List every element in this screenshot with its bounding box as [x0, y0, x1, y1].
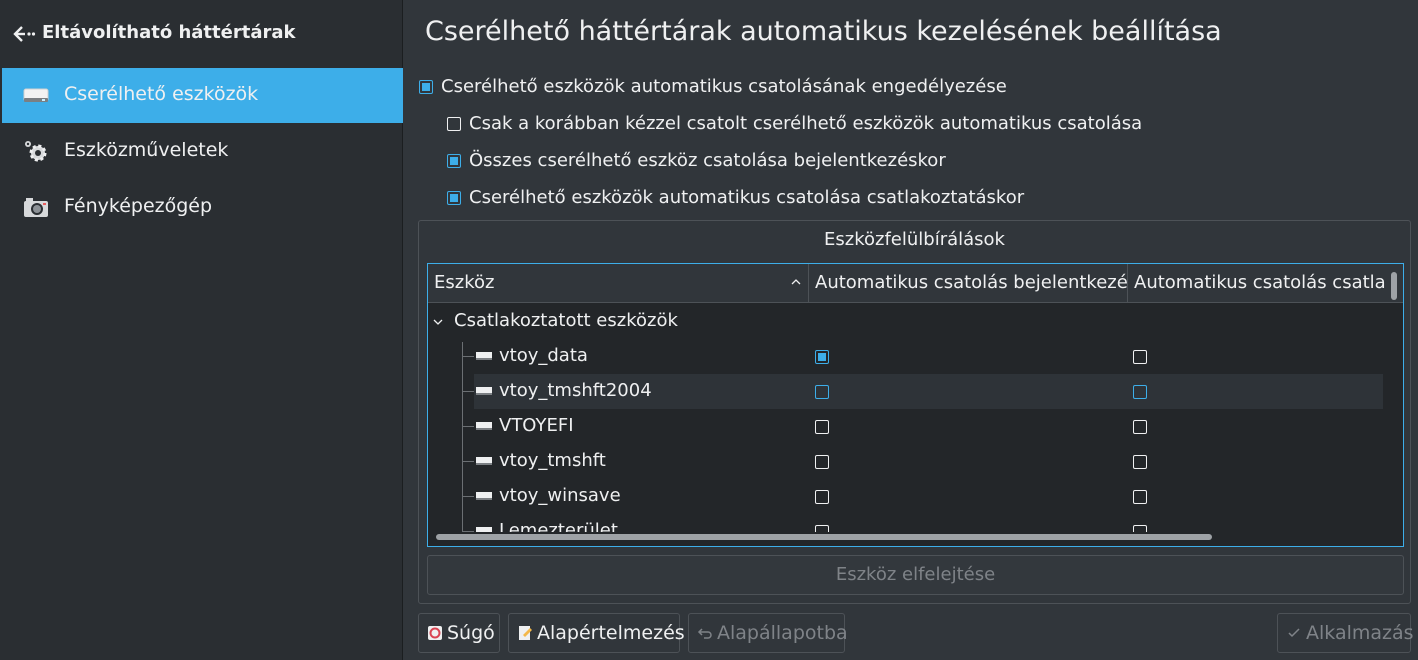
- login-checkbox[interactable]: [815, 490, 829, 504]
- checkbox[interactable]: [419, 79, 433, 94]
- back-arrow-icon[interactable]: [12, 24, 36, 44]
- button-label: Alapértelmezés: [537, 622, 685, 644]
- horizontal-scrollbar[interactable]: [436, 534, 1212, 540]
- sidebar: Eltávolítható háttértárak Cserélhető esz…: [0, 0, 403, 660]
- tree-branch-line: [462, 496, 474, 497]
- column-header-login[interactable]: Automatikus csatolás bejelentkezé: [809, 264, 1128, 302]
- undo-icon: [697, 628, 712, 639]
- button-label: Súgó: [447, 622, 495, 644]
- checkbox[interactable]: [447, 153, 461, 168]
- device-name: VTOYEFI: [499, 415, 574, 436]
- tree-group-label: Csatlakoztatott eszközök: [454, 310, 678, 331]
- attach-checkbox[interactable]: [1133, 385, 1147, 399]
- table-row[interactable]: vtoy_winsave: [428, 479, 1403, 514]
- sidebar-item-label: Cserélhető eszközök: [64, 83, 259, 105]
- apply-button[interactable]: Alkalmazás: [1277, 613, 1414, 653]
- help-button[interactable]: Súgó: [418, 613, 500, 653]
- group-title: Eszközfelülbírálások: [824, 229, 1005, 250]
- attach-checkbox[interactable]: [1133, 350, 1147, 364]
- column-label: Automatikus csatolás bejelentkezé: [815, 272, 1128, 293]
- table-row[interactable]: vtoy_data: [428, 339, 1403, 374]
- gear-icon: [25, 141, 47, 162]
- page-title: Cserélhető háttértárak automatikus kezel…: [425, 16, 1222, 47]
- forget-device-button[interactable]: Eszköz elfelejtése: [427, 555, 1404, 595]
- sort-ascending-icon: [791, 279, 801, 285]
- drive-icon: [476, 352, 492, 360]
- defaults-button[interactable]: Alapértelmezés: [508, 613, 685, 653]
- camera-icon: [24, 198, 48, 217]
- button-label: Alkalmazás: [1306, 622, 1414, 644]
- tree-branch-line: [462, 426, 474, 427]
- table-row[interactable]: vtoy_tmshft2004: [428, 374, 1403, 409]
- column-header-device[interactable]: Eszköz: [428, 264, 809, 302]
- drive-icon: [476, 387, 492, 395]
- button-label: Alapállapotba: [717, 622, 848, 644]
- sidebar-item-label: Fényképezőgép: [64, 195, 213, 217]
- login-checkbox[interactable]: [815, 350, 829, 364]
- sidebar-item-device-actions[interactable]: Eszközműveletek: [2, 124, 403, 179]
- attach-checkbox[interactable]: [1133, 420, 1147, 434]
- tree-branch-line: [462, 356, 474, 357]
- table-row[interactable]: VTOYEFI: [428, 409, 1403, 444]
- reset-button[interactable]: Alapállapotba: [688, 613, 848, 653]
- attach-checkbox[interactable]: [1133, 490, 1147, 504]
- document-defaults-icon: [519, 626, 532, 640]
- option-label: Összes cserélhető eszköz csatolása bejel…: [469, 150, 946, 171]
- table-header: Eszköz Automatikus csatolás bejelentkezé…: [428, 264, 1403, 303]
- column-label: Automatikus csatolás csatlak: [1134, 272, 1386, 293]
- attach-checkbox[interactable]: [1133, 455, 1147, 469]
- drive-icon: [476, 492, 492, 500]
- sidebar-title: Eltávolítható háttértárak: [42, 22, 296, 43]
- checkbox[interactable]: [447, 116, 461, 131]
- help-icon: [428, 626, 442, 640]
- drive-icon: [23, 88, 49, 102]
- column-header-attach[interactable]: Automatikus csatolás csatlak: [1128, 264, 1386, 302]
- option-only-manual[interactable]: Csak a korábban kézzel csatolt cserélhet…: [447, 113, 1142, 134]
- option-label: Cserélhető eszközök automatikus csatolás…: [441, 76, 1007, 97]
- chevron-down-icon[interactable]: [432, 316, 444, 328]
- login-checkbox[interactable]: [815, 420, 829, 434]
- sidebar-item-camera[interactable]: Fényképezőgép: [2, 180, 403, 235]
- login-checkbox[interactable]: [815, 455, 829, 469]
- sidebar-item-removable-devices[interactable]: Cserélhető eszközök: [2, 68, 403, 123]
- option-mount-on-login[interactable]: Összes cserélhető eszköz csatolása bejel…: [447, 150, 946, 171]
- device-name: vtoy_tmshft: [499, 450, 606, 471]
- option-label: Cserélhető eszközök automatikus csatolás…: [469, 187, 1025, 208]
- option-mount-on-attach[interactable]: Cserélhető eszközök automatikus csatolás…: [447, 187, 1024, 208]
- checkmark-icon: [1288, 628, 1300, 638]
- checkbox[interactable]: [447, 190, 461, 205]
- login-checkbox[interactable]: [815, 385, 829, 399]
- sidebar-item-label: Eszközműveletek: [64, 139, 229, 161]
- tree-branch-line: [462, 461, 474, 462]
- option-enable-automount[interactable]: Cserélhető eszközök automatikus csatolás…: [419, 76, 1007, 97]
- sidebar-header[interactable]: Eltávolítható háttértárak: [0, 0, 403, 68]
- device-name: vtoy_data: [499, 345, 588, 366]
- device-name: vtoy_winsave: [499, 485, 621, 506]
- tree-group-row[interactable]: Csatlakoztatott eszközök: [428, 304, 1403, 339]
- option-label: Csak a korábban kézzel csatolt cserélhet…: [469, 113, 1143, 134]
- drive-icon: [476, 457, 492, 465]
- device-name: vtoy_tmshft2004: [499, 380, 652, 401]
- column-label: Eszköz: [434, 272, 495, 293]
- device-overrides-group: Eszközfelülbírálások Eszköz Automatikus …: [418, 220, 1411, 604]
- table-row[interactable]: vtoy_tmshft: [428, 444, 1403, 479]
- vertical-scrollbar[interactable]: [1391, 272, 1397, 300]
- tree-branch-line: [462, 391, 474, 392]
- device-tree[interactable]: Eszköz Automatikus csatolás bejelentkezé…: [427, 263, 1404, 547]
- main-panel: Cserélhető háttértárak automatikus kezel…: [404, 0, 1418, 660]
- drive-icon: [476, 422, 492, 430]
